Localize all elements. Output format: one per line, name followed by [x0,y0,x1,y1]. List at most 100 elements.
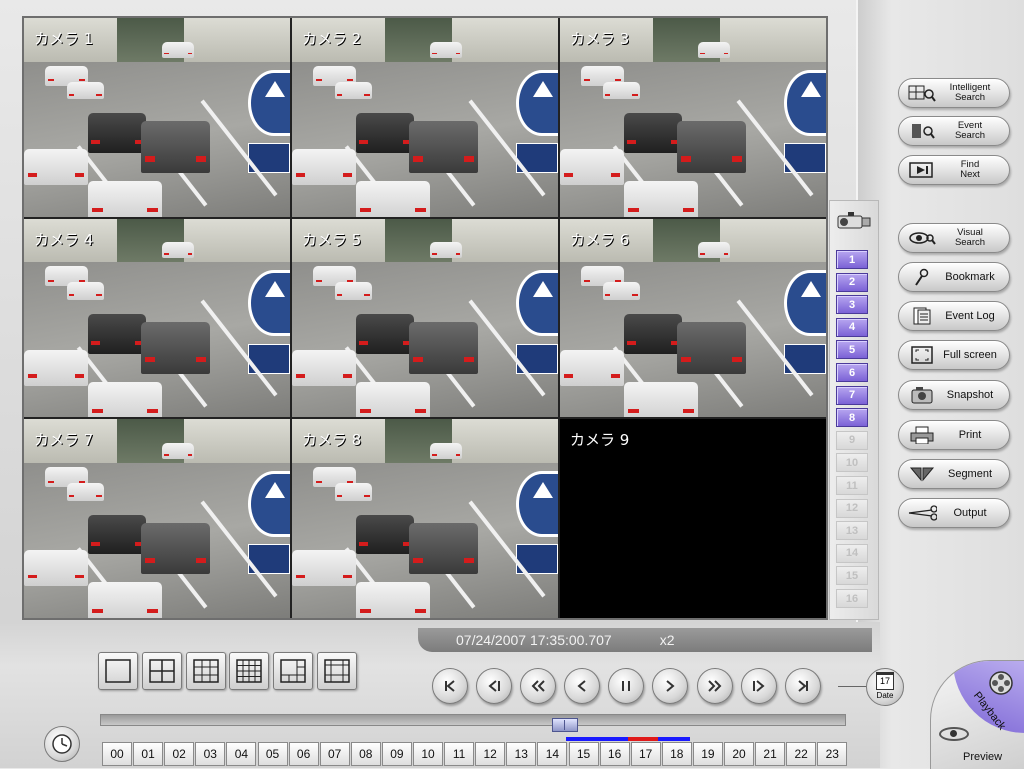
vehicle [334,482,372,501]
hour-button-05[interactable]: 05 [257,742,288,766]
hour-button-21[interactable]: 21 [755,742,786,766]
play-button[interactable] [652,668,688,704]
hour-button-17[interactable]: 17 [630,742,661,766]
segment-button[interactable]: Segment [898,459,1010,489]
tail-light [164,253,169,255]
camera-view-6[interactable]: カメラ 6 [560,218,826,418]
hour-button-09[interactable]: 09 [381,742,412,766]
snapshot-button[interactable]: Snapshot [898,380,1010,410]
channel-button-15[interactable]: 15 [836,566,868,586]
camera-view-4[interactable]: カメラ 4 [24,218,290,418]
vehicle [430,41,463,58]
channel-button-8[interactable]: 8 [836,408,868,428]
channel-button-6[interactable]: 6 [836,363,868,382]
hour-button-07[interactable]: 07 [319,742,350,766]
tail-light [315,79,322,82]
hour-button-02[interactable]: 02 [164,742,195,766]
step-forward-button[interactable] [741,668,777,704]
event-log-button[interactable]: Event Log [898,301,1010,331]
play-reverse-button[interactable] [564,668,600,704]
vehicle [162,242,195,259]
channel-button-16[interactable]: 16 [836,589,868,608]
camera-view-9[interactable]: カメラ 9 [560,419,826,618]
hour-button-04[interactable]: 04 [226,742,257,766]
output-label: Output [953,506,987,519]
layout-3x3-button[interactable] [186,652,226,690]
skip-start-button[interactable] [432,668,468,704]
channel-button-3[interactable]: 3 [836,295,868,315]
hour-button-01[interactable]: 01 [133,742,164,766]
hour-button-22[interactable]: 22 [786,742,817,766]
hour-button-13[interactable]: 13 [506,742,537,766]
layout-1plus5-button[interactable] [273,652,313,690]
full-screen-button[interactable]: Full screen [898,340,1010,370]
vehicle [623,381,699,418]
intelligent-search-button[interactable]: Intelligent Search [898,78,1010,108]
channel-button-9[interactable]: 9 [836,430,868,450]
channel-button-1[interactable]: 1 [836,250,868,269]
pause-button[interactable] [608,668,644,704]
fast-rewind-button[interactable] [520,668,556,704]
output-button[interactable]: Output [898,498,1010,528]
layout-1x1-button[interactable] [98,652,138,690]
channel-button-4[interactable]: 4 [836,317,868,337]
hour-button-23[interactable]: 23 [817,742,848,766]
hour-button-16[interactable]: 16 [599,742,630,766]
skip-end-button[interactable] [785,668,821,704]
camera-view-7[interactable]: カメラ 7 [24,419,290,618]
date-button[interactable]: 17 Date [866,668,904,706]
hour-button-08[interactable]: 08 [350,742,381,766]
layout-multi-button[interactable] [317,652,357,690]
print-button[interactable]: Print [898,420,1010,450]
camera-view-5[interactable]: カメラ 5 [292,218,558,418]
hour-button-00[interactable]: 00 [102,742,132,766]
channel-button-14[interactable]: 14 [836,543,868,563]
hour-button-10[interactable]: 10 [413,742,443,766]
pause-icon [622,681,630,691]
hour-button-12[interactable]: 12 [475,742,506,766]
layout-2x2-button[interactable] [142,652,182,690]
channel-button-11[interactable]: 11 [836,476,868,495]
bookmark-button[interactable]: Bookmark [898,262,1010,292]
hour-button-03[interactable]: 03 [195,742,226,766]
find-next-button[interactable]: Find Next [898,155,1010,185]
hour-button-11[interactable]: 11 [444,742,475,766]
channel-button-5[interactable]: 5 [836,340,868,360]
event-search-button[interactable]: Event Search [898,116,1010,146]
hour-button-14[interactable]: 14 [537,742,568,766]
hour-button-19[interactable]: 19 [692,742,723,766]
hour-button-20[interactable]: 20 [724,742,754,766]
tail-light [147,609,158,614]
camera-view-1[interactable]: カメラ 1 [24,18,290,217]
tail-light [364,93,370,96]
hour-button-18[interactable]: 18 [661,742,692,766]
intelligent-search-icon [907,83,937,103]
tail-light [145,557,155,563]
fast-forward-button[interactable] [697,668,733,704]
channel-button-13[interactable]: 13 [836,521,868,541]
timeline-slider-track[interactable] [100,714,846,726]
timeline-slider-thumb[interactable] [552,718,578,732]
camera-view-2[interactable]: カメラ 2 [292,18,558,217]
camera-view-8[interactable]: カメラ 8 [292,419,558,618]
camera-label: カメラ 7 [34,431,94,450]
fast-rewind-icon [531,680,545,692]
step-back-button[interactable] [476,668,512,704]
tail-light [415,408,426,413]
tail-light [627,140,636,145]
camera-label: カメラ 4 [34,230,94,249]
tail-light [432,253,437,255]
channel-button-12[interactable]: 12 [836,498,868,518]
hour-button-15[interactable]: 15 [568,742,599,766]
visual-search-button[interactable]: Visual Search [898,223,1010,253]
channel-button-7[interactable]: 7 [836,385,868,405]
channel-button-10[interactable]: 10 [836,453,868,473]
preview-mode-button[interactable]: Preview [963,751,1002,763]
camera-view-3[interactable]: カメラ 3 [560,18,826,217]
clock-button[interactable] [44,726,80,762]
layout-4x4-button[interactable] [229,652,269,690]
tail-light [164,453,169,456]
hour-button-06[interactable]: 06 [288,742,319,766]
channel-button-2[interactable]: 2 [836,272,868,292]
playback-mode-button[interactable]: Playback [953,661,1024,733]
